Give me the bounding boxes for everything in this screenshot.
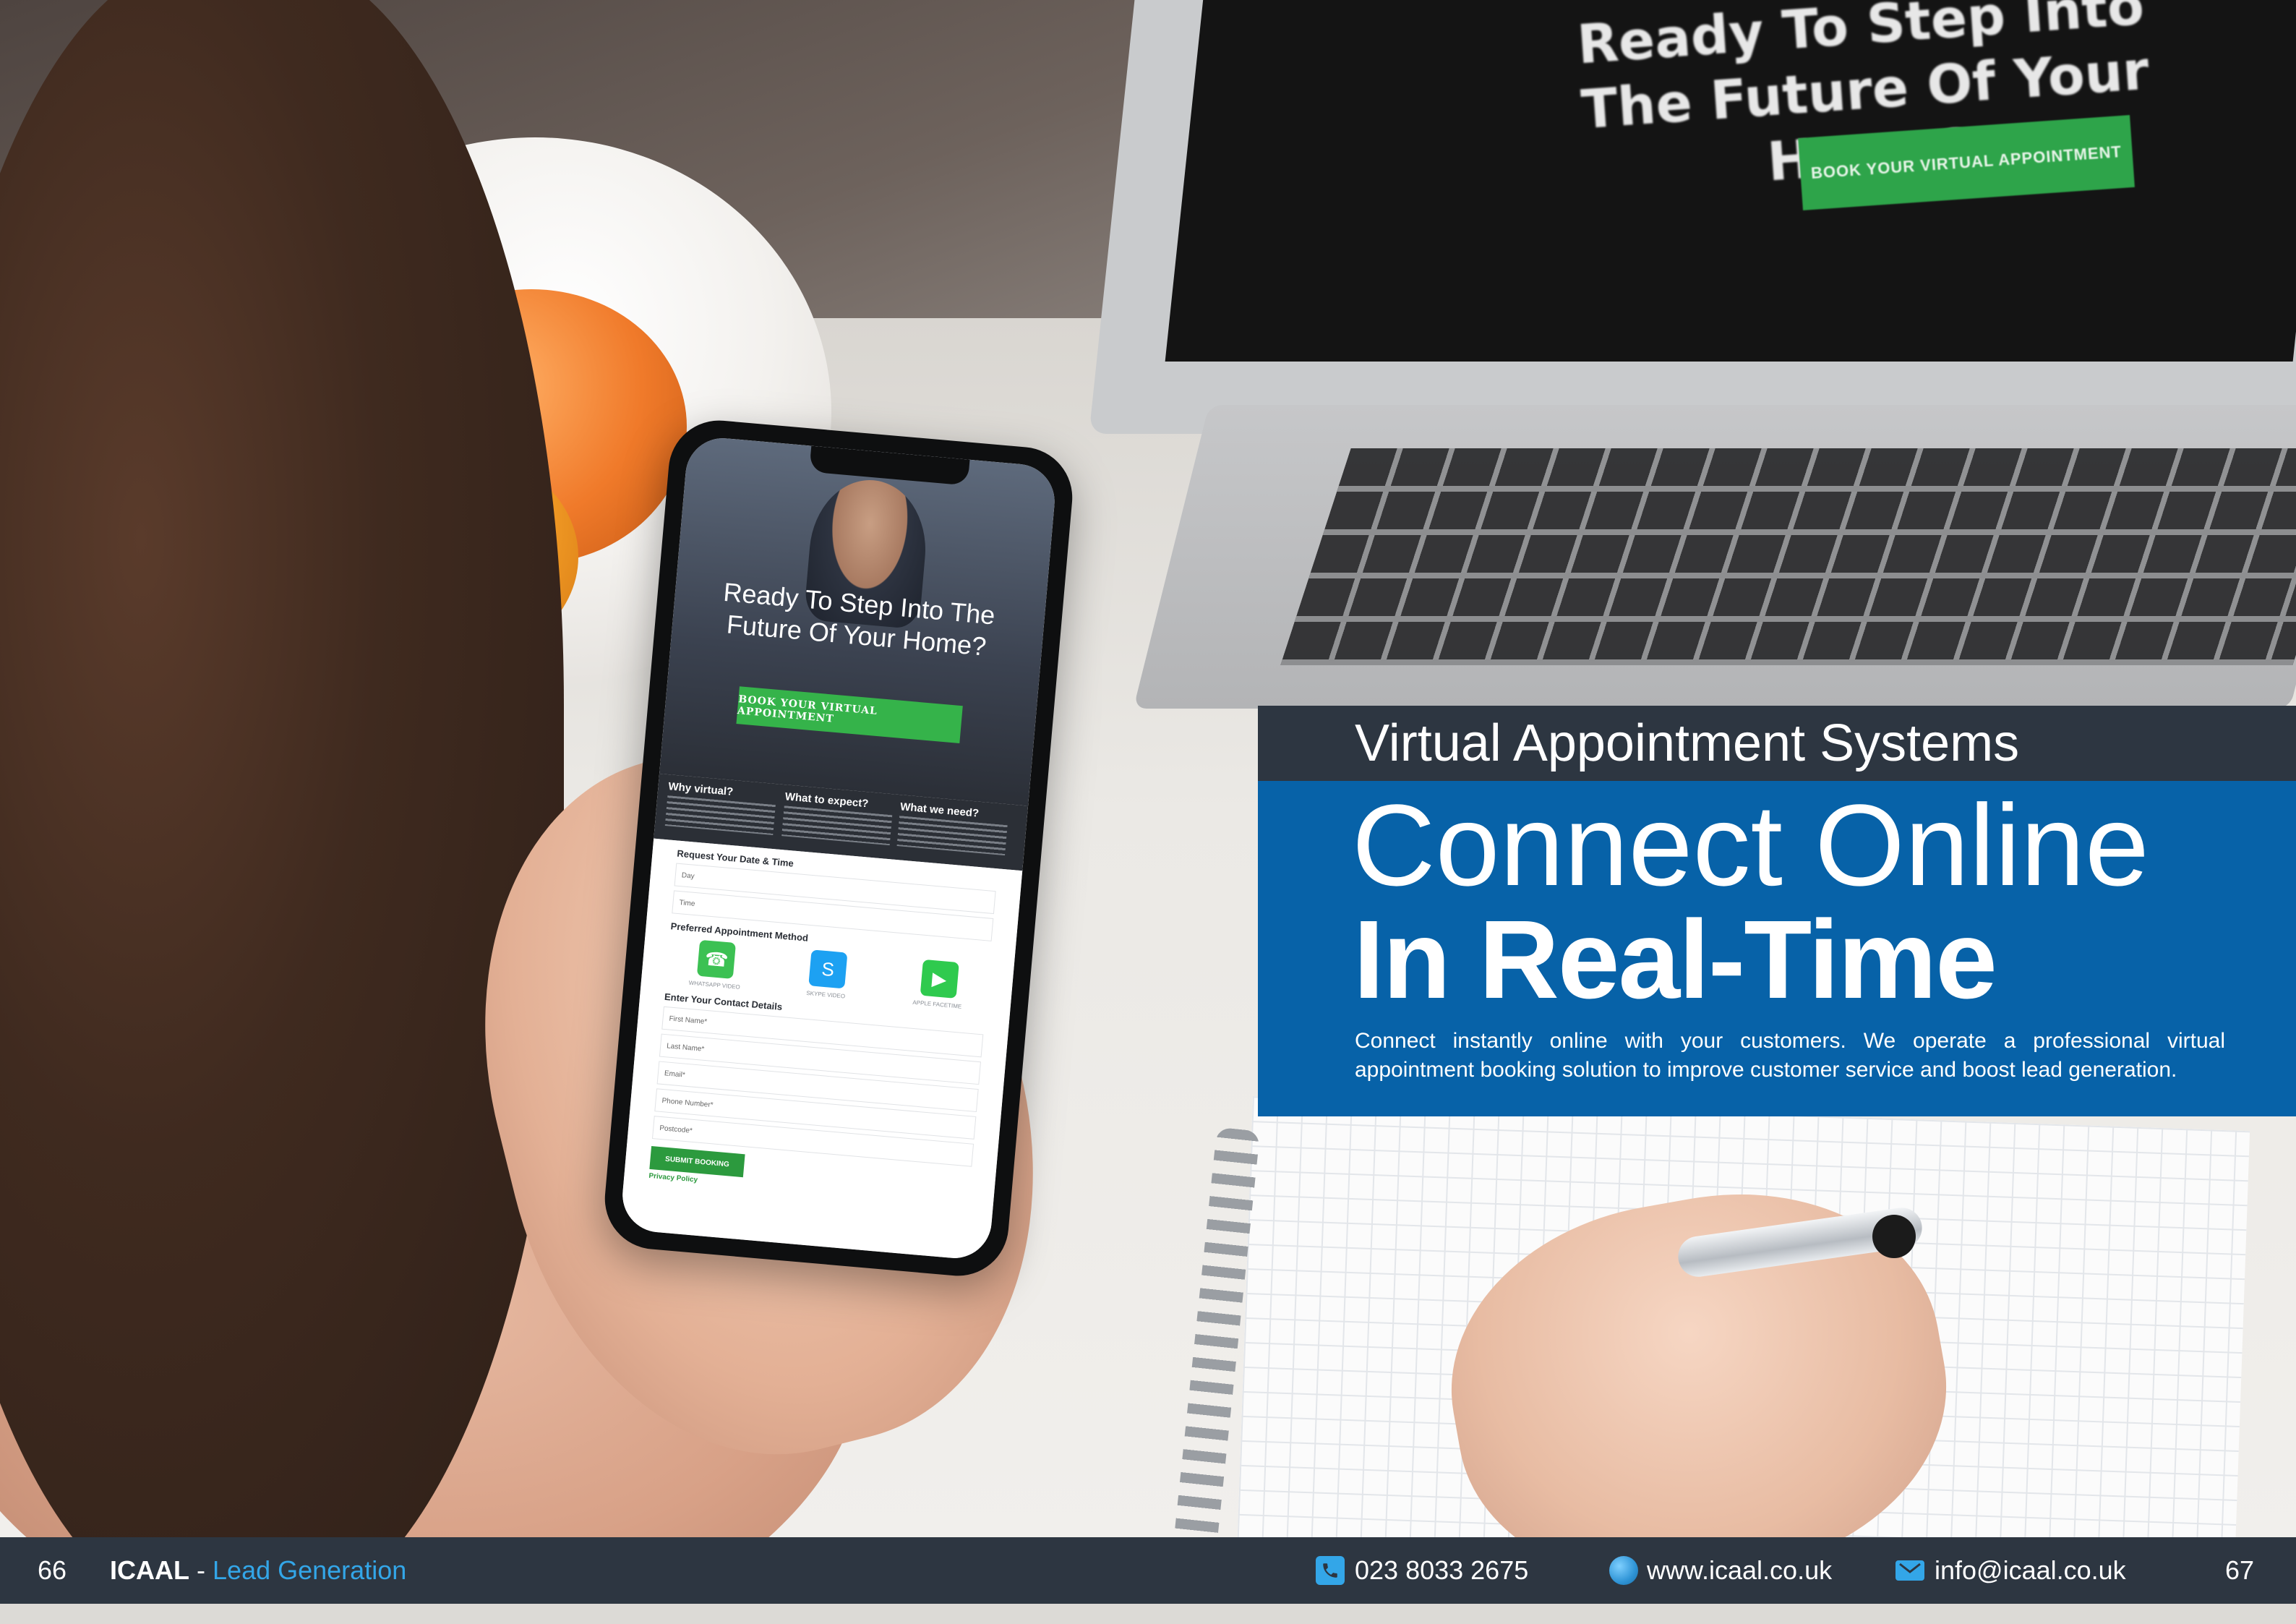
info-column: What to expect? (781, 790, 894, 846)
mail-icon (1896, 1560, 1924, 1581)
booking-form: Request Your Date & Time Day Time Prefer… (619, 838, 1023, 1262)
method-facetime[interactable]: ▶ APPLE FACETIME (901, 958, 977, 1011)
method-label: WHATSAPP VIDEO (688, 979, 741, 991)
person-hair (0, 0, 564, 1537)
footer-website[interactable]: www.icaal.co.uk (1647, 1537, 1832, 1604)
page-number-right: 67 (2225, 1555, 2255, 1585)
footer-phone[interactable]: 023 8033 2675 (1355, 1537, 1528, 1604)
phone-icon (1316, 1556, 1345, 1585)
title-separator: - (197, 1555, 206, 1585)
info-text (781, 805, 893, 846)
headline-line-1: Connect Online (1352, 780, 2149, 910)
footer-email[interactable]: info@icaal.co.uk (1935, 1537, 2126, 1604)
info-text (664, 795, 776, 836)
method-label: SKYPE VIDEO (806, 989, 846, 1000)
facetime-icon: ▶ (920, 959, 959, 999)
globe-icon (1609, 1556, 1638, 1585)
section-subtitle: Virtual Appointment Systems (1355, 714, 2020, 772)
brand-name: ICAAL (110, 1555, 189, 1585)
smartphone: Ready To Step Into The Future Of Your Ho… (600, 416, 1077, 1281)
info-column: Why virtual? (664, 780, 777, 836)
laptop-keyboard-rows (1280, 448, 2296, 665)
phone-hero: Ready To Step Into The Future Of Your Ho… (659, 435, 1058, 806)
method-whatsapp[interactable]: ☎ WHATSAPP VIDEO (678, 939, 754, 991)
footer-title: ICAAL - Lead Generation (110, 1537, 406, 1604)
method-skype[interactable]: S SKYPE VIDEO (789, 948, 865, 1001)
privacy-policy-link[interactable]: Privacy Policy (648, 1172, 976, 1209)
phone-book-button[interactable]: BOOK YOUR VIRTUAL APPOINTMENT (736, 686, 963, 744)
headline-line-2: In Real-Time (1353, 897, 1997, 1022)
section-name: Lead Generation (213, 1555, 407, 1585)
page-number-left: 66 (38, 1555, 67, 1585)
method-label: APPLE FACETIME (912, 999, 962, 1010)
intro-paragraph: Connect instantly online with your custo… (1355, 1029, 2225, 1082)
info-text (896, 816, 1008, 856)
footer-bar: 66 ICAAL - Lead Generation 023 8033 2675… (0, 1537, 2296, 1604)
whatsapp-icon: ☎ (697, 939, 737, 979)
phone-screen: Ready To Step Into The Future Of Your Ho… (619, 435, 1058, 1262)
footer-bottom-strip (0, 1604, 2296, 1624)
pen-cap (1872, 1215, 1916, 1258)
info-column: What we need? (896, 800, 1009, 856)
phone-hero-title: Ready To Step Into The Future Of Your Ho… (722, 576, 997, 662)
skype-icon: S (808, 949, 848, 989)
